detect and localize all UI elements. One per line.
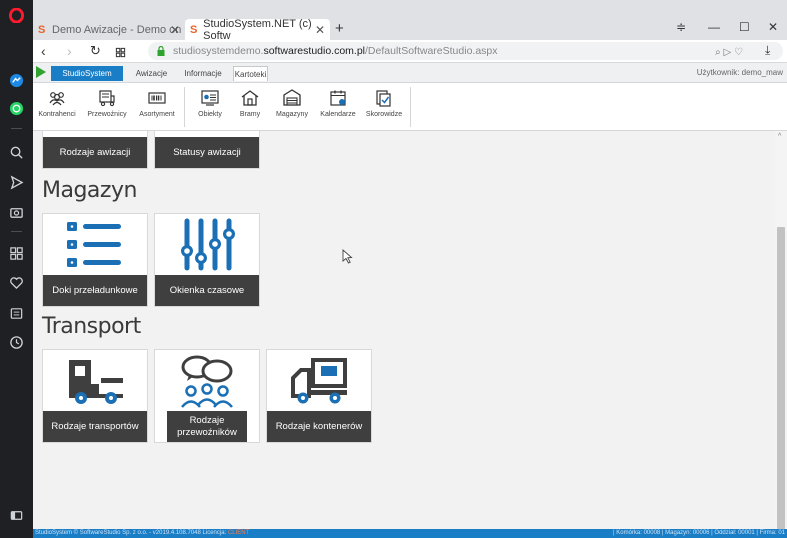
send-icon[interactable] <box>6 172 27 193</box>
tile-rodzaje-kontenerow[interactable]: Rodzaje kontenerów <box>266 349 372 443</box>
tile-label: Okienka czasowe <box>155 275 259 306</box>
window-close-button[interactable]: ✕ <box>768 20 778 34</box>
ribbon-asortyment[interactable]: Asortyment <box>136 88 178 118</box>
sidebar-toggle-icon[interactable] <box>6 505 27 526</box>
tile-label: Rodzaje awizacji <box>43 137 147 168</box>
back-button[interactable]: ‹ <box>41 43 46 59</box>
tile-statusy-awizacji[interactable]: Statusy awizacji <box>154 131 260 169</box>
menu-awizacje[interactable]: Awizacje <box>129 66 174 81</box>
status-right: | Komórka: 00008 | Magazyn: 00006 | Oddz… <box>613 530 785 536</box>
barcode-icon <box>148 92 166 104</box>
ribbon-magazyny[interactable]: Magazyny <box>273 88 311 118</box>
tab-bar: S Demo Awizacje - Demo on ✕ S StudioSyst… <box>33 0 787 42</box>
license-value: CLIENT <box>227 530 250 536</box>
url-field[interactable]: studiosystemdemo.softwarestudio.com.pl/D… <box>148 42 783 60</box>
new-tab-button[interactable]: + <box>335 20 344 37</box>
url-prefix: studiosystemdemo. <box>173 45 264 57</box>
close-icon[interactable]: ✕ <box>170 23 180 37</box>
user-label: Użytkownik: demo_maw <box>696 68 783 77</box>
heart-icon[interactable]: ♡ <box>734 47 743 58</box>
status-bar: StudioSystem © SoftwareStudio Sp. z o.o.… <box>33 529 787 538</box>
menu-informacje[interactable]: Informacje <box>179 66 227 81</box>
send-icon[interactable]: ▷ <box>724 47 732 58</box>
section-title-transport: Transport <box>42 314 141 339</box>
sidebar-divider <box>11 231 22 232</box>
url-actions: ⌕ ▷ ♡ <box>715 44 743 62</box>
app-menu-bar: StudioSystem Awizacje Informacje Kartote… <box>33 63 787 83</box>
gate-icon <box>241 90 259 106</box>
section-title-magazyn: Magazyn <box>42 178 137 203</box>
whatsapp-icon[interactable] <box>6 98 27 119</box>
index-icon <box>376 90 391 107</box>
studio-favicon-icon: S <box>38 23 46 36</box>
scroll-up-icon[interactable]: ^ <box>778 133 781 140</box>
tab-demo-awizacje[interactable]: S Demo Awizacje - Demo on ✕ <box>33 19 185 40</box>
list-icon <box>67 221 121 267</box>
tile-label: Rodzaje kontenerów <box>267 411 371 442</box>
reload-button[interactable]: ↻ <box>90 43 101 59</box>
download-icon[interactable]: ⤓ <box>765 43 770 58</box>
close-icon[interactable]: ✕ <box>315 23 325 37</box>
objects-icon <box>201 90 219 106</box>
tile-label: Statusy awizacji <box>155 137 259 168</box>
tile-rodzaje-awizacji[interactable]: Rodzaje awizacji <box>42 131 148 169</box>
tab-label: StudioSystem.NET (c) Softw <box>203 17 312 42</box>
ribbon-kalendarze[interactable]: Kalendarze <box>317 88 359 118</box>
maximize-button[interactable]: ☐ <box>739 20 750 34</box>
tile-rodzaje-transportow[interactable]: Rodzaje transportów <box>42 349 148 443</box>
ribbon-toolbar: Kontrahenci Przewoźnicy Asortyment Obiek… <box>33 83 787 131</box>
studio-favicon-icon: S <box>190 23 198 36</box>
messenger-icon[interactable] <box>6 70 27 91</box>
url-host: softwarestudio.com.pl <box>263 45 366 57</box>
tile-label: Rodzaje przewoźników <box>167 411 247 442</box>
content-scrollbar[interactable]: ^ <box>775 131 787 529</box>
menu-studiosystem[interactable]: StudioSystem <box>51 66 123 81</box>
opera-logo-icon[interactable] <box>6 5 27 26</box>
menu-kartoteki[interactable]: Kartoteki <box>233 66 268 81</box>
lock-icon <box>157 46 165 56</box>
tile-label: Doki przeładunkowe <box>43 275 147 306</box>
status-left: StudioSystem © SoftwareStudio Sp. z o.o.… <box>35 530 250 536</box>
sidebar-divider <box>11 128 22 129</box>
ribbon-divider <box>410 87 411 127</box>
forward-button[interactable]: › <box>67 43 72 59</box>
main-content: Rodzaje awizacji Statusy awizacji Magazy… <box>33 131 775 529</box>
news-icon[interactable] <box>6 303 27 324</box>
tab-studiosystem[interactable]: S StudioSystem.NET (c) Softw ✕ <box>185 17 330 42</box>
ribbon-obiekty[interactable]: Obiekty <box>193 88 227 118</box>
minimize-button[interactable]: — <box>708 20 720 34</box>
address-bar: ‹ › ↻ studiosystemdemo.softwarestudio.co… <box>33 40 787 63</box>
contractors-icon <box>49 92 65 106</box>
warehouse-icon <box>283 89 301 106</box>
ribbon-skorowidze[interactable]: Skorowidze <box>363 88 405 118</box>
heart-icon[interactable] <box>6 272 27 293</box>
url-path: /DefaultSoftwareStudio.aspx <box>365 45 498 57</box>
camera-icon[interactable] <box>6 202 27 223</box>
container-truck-icon <box>291 357 347 403</box>
tile-rodzaje-przewoznikow[interactable]: Rodzaje przewoźników <box>154 349 260 443</box>
speed-dial-icon[interactable] <box>115 45 126 61</box>
play-icon[interactable] <box>36 66 46 78</box>
speed-dial-icon[interactable] <box>6 243 27 264</box>
tile-okienka-czasowe[interactable]: Okienka czasowe <box>154 213 260 307</box>
ribbon-bramy[interactable]: Bramy <box>235 88 265 118</box>
group-chat-icon <box>181 355 233 408</box>
ribbon-divider <box>184 87 185 127</box>
ribbon-przewoznicy[interactable]: Przewoźnicy <box>85 88 129 118</box>
mouse-cursor-icon <box>342 249 353 264</box>
tile-label: Rodzaje transportów <box>43 411 147 442</box>
search-icon[interactable] <box>6 142 27 163</box>
tile-doki-przeladunkowe[interactable]: Doki przeładunkowe <box>42 213 148 307</box>
sliders-icon <box>181 218 235 270</box>
history-icon[interactable] <box>6 332 27 353</box>
search-icon[interactable]: ⌕ <box>715 47 721 58</box>
tab-menu-icon[interactable]: ≑ <box>676 20 686 34</box>
truck-icon <box>99 90 115 107</box>
calendar-icon <box>330 90 346 106</box>
browser-sidebar <box>0 0 33 538</box>
truck-icon <box>69 359 123 404</box>
tab-label: Demo Awizacje - Demo on <box>52 23 182 36</box>
ribbon-kontrahenci[interactable]: Kontrahenci <box>37 88 77 118</box>
scroll-thumb[interactable] <box>777 227 785 529</box>
